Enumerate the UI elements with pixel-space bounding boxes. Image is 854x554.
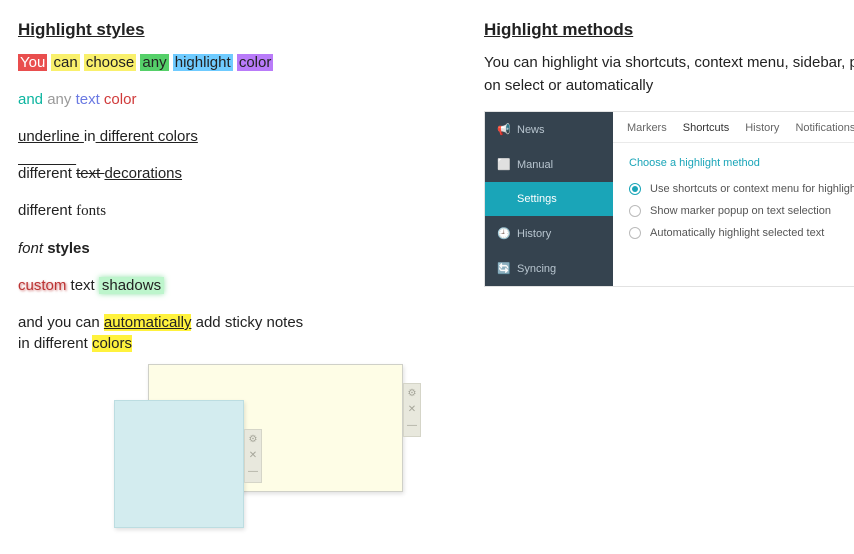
style-row-shadows: custom text shadows (18, 275, 458, 296)
option-label: Use shortcuts or context menu for highli… (650, 183, 854, 195)
hl-blue: highlight (173, 54, 233, 71)
sidebar-item-manual[interactable]: ⬜ Manual (485, 147, 613, 182)
sticky-l1a: and you can (18, 314, 104, 331)
close-icon[interactable]: ✕ (408, 403, 416, 417)
tab-history[interactable]: History (745, 122, 779, 134)
note-toolbar: ⚙ ✕ — (244, 429, 262, 483)
italic-text: font (18, 240, 43, 257)
style-row-fonts: different fonts (18, 200, 458, 222)
hl-colors: colors (92, 335, 132, 352)
methods-desc: You can highlight via shortcuts, context… (484, 52, 854, 97)
option-popup[interactable]: Show marker popup on text selection (629, 205, 854, 217)
tab-notifications[interactable]: Notifications (795, 122, 854, 134)
shadow-green: shadows (99, 277, 164, 294)
radio-icon (629, 205, 641, 217)
sidebar-item-syncing[interactable]: 🔄 Syncing (485, 251, 613, 286)
panel-title: Choose a highlight method (629, 157, 854, 169)
tabs: Markers Shortcuts History Notifications … (613, 112, 854, 143)
news-icon: 📢 (497, 123, 509, 136)
hl-red: You (18, 54, 47, 71)
hl-yellow: can (51, 54, 79, 71)
underline-olive: different (96, 128, 158, 145)
underline-word: underline (18, 128, 84, 145)
radio-icon (629, 183, 641, 195)
sidebar-item-news[interactable]: 📢 News (485, 112, 613, 147)
history-icon: 🕘 (497, 227, 509, 240)
sticky-notes-area: ⚙ ✕ — ⚙ ✕ — (18, 364, 458, 534)
strike-text: text (76, 165, 104, 182)
fonts-serif: fonts (76, 203, 106, 219)
gear-icon[interactable]: ⚙ (408, 387, 417, 401)
option-auto[interactable]: Automatically highlight selected text (629, 227, 854, 239)
sidebar-item-label: News (517, 124, 545, 136)
hl-green: any (140, 54, 168, 71)
minimize-icon[interactable]: — (407, 419, 417, 433)
styles-heading: Highlight styles (18, 20, 458, 40)
option-label: Automatically highlight selected text (650, 227, 824, 239)
gear-icon[interactable]: ⚙ (249, 433, 258, 447)
minimize-icon[interactable]: — (248, 465, 258, 479)
text-gray: any (47, 91, 71, 108)
close-icon[interactable]: ✕ (249, 449, 257, 463)
main-panel: Markers Shortcuts History Notifications … (613, 112, 854, 286)
hl-purple: color (237, 54, 274, 71)
underline-deco: decorations (104, 165, 182, 182)
sidebar: 📢 News ⬜ Manual Settings 🕘 History 🔄 Syncing (485, 112, 613, 286)
underline-in: in (84, 128, 96, 145)
sync-icon: 🔄 (497, 262, 509, 275)
sticky-l1b: add sticky notes (191, 314, 303, 331)
hl-yellow-2: choose (84, 54, 136, 71)
radio-icon (629, 227, 641, 239)
sidebar-item-history[interactable]: 🕘 History (485, 216, 613, 251)
sidebar-item-label: History (517, 228, 551, 240)
sticky-note-blue[interactable]: ⚙ ✕ — (114, 400, 244, 528)
text-blue: text (76, 91, 100, 108)
style-row-text-colors: and any text color (18, 89, 458, 110)
style-row-underline: underline in different colors (18, 126, 458, 147)
option-label: Show marker popup on text selection (650, 205, 831, 217)
sidebar-item-label: Syncing (517, 263, 556, 275)
sidebar-item-label: Manual (517, 159, 553, 171)
option-shortcuts[interactable]: Use shortcuts or context menu for highli… (629, 183, 854, 195)
overline-text: different (18, 165, 76, 182)
sidebar-item-settings[interactable]: Settings (485, 182, 613, 216)
panel-body: Choose a highlight method Use shortcuts … (613, 143, 854, 263)
underline-teal: colors (158, 128, 198, 145)
shadow-rest: text (66, 277, 99, 294)
text-teal: and (18, 91, 43, 108)
hl-auto: automatically (104, 314, 192, 331)
note-toolbar: ⚙ ✕ — (403, 383, 421, 437)
style-row-decorations: different text decorations (18, 163, 458, 184)
style-row-font-styles: font styles (18, 238, 458, 259)
text-red: color (104, 91, 137, 108)
style-row-highlight-colors: You can choose any highlight color (18, 52, 458, 73)
tab-shortcuts[interactable]: Shortcuts (683, 122, 729, 134)
style-row-sticky: and you can automatically add sticky not… (18, 312, 458, 354)
bold-text: styles (47, 240, 90, 257)
fonts-sans: different (18, 202, 72, 219)
settings-app: 📢 News ⬜ Manual Settings 🕘 History 🔄 Syncing… (484, 111, 854, 287)
sidebar-item-label: Settings (517, 193, 557, 205)
methods-heading: Highlight methods (484, 20, 854, 40)
tab-markers[interactable]: Markers (627, 122, 667, 134)
shadow-red: custom (18, 277, 66, 294)
sticky-l2a: in different (18, 335, 92, 352)
manual-icon: ⬜ (497, 158, 509, 171)
